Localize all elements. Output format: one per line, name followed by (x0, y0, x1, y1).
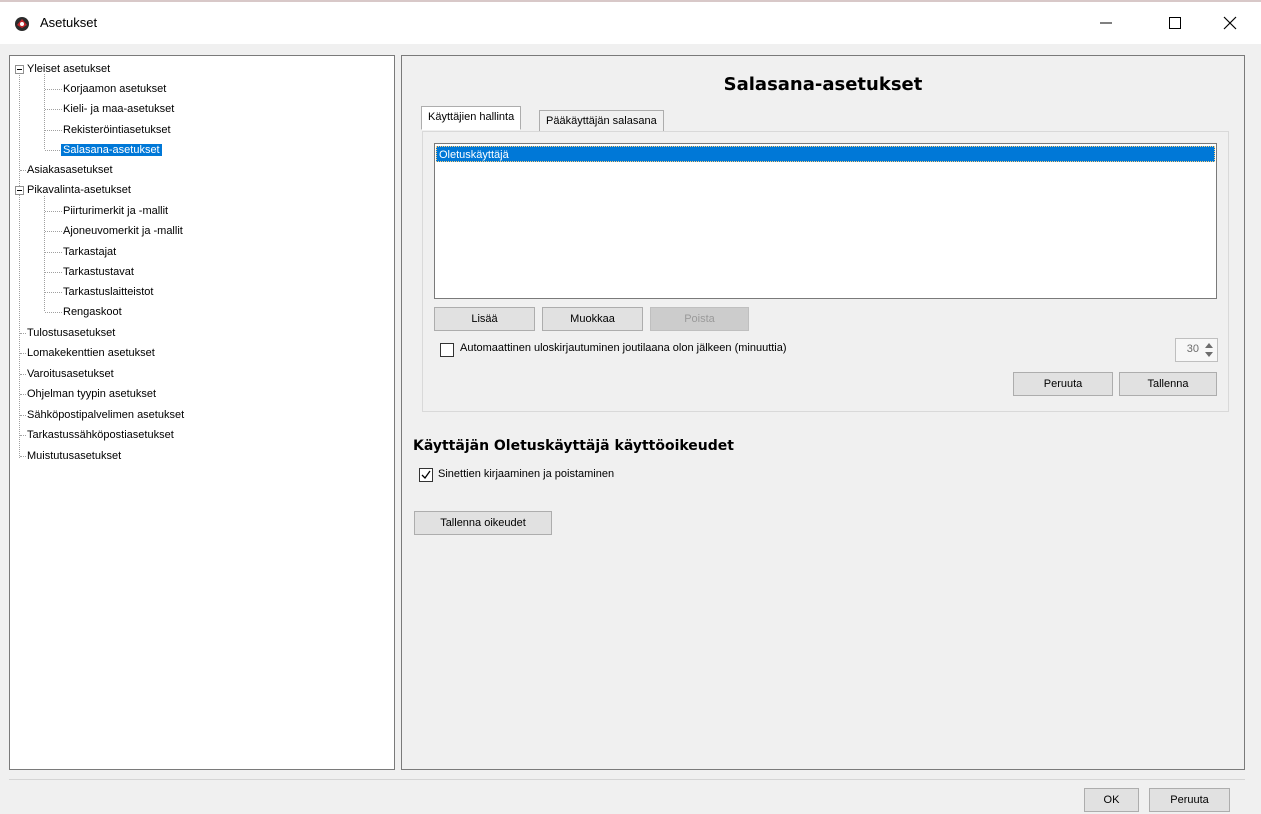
tab-content-kayttajien-hallinta: Oletuskäyttäjä Lisää Muokkaa Poista Auto… (422, 131, 1229, 412)
ok-button[interactable]: OK (1084, 788, 1139, 812)
tree-item-muistutusasetukset[interactable]: Muistutusasetukset (27, 447, 121, 465)
tree-item-asiakasasetukset[interactable]: Asiakasasetukset (27, 161, 113, 179)
auto-logout-label: Automaattinen uloskirjautuminen joutilaa… (460, 342, 787, 354)
seal-permission-label: Sinettien kirjaaminen ja poistaminen (438, 468, 615, 480)
minimize-button[interactable] (1083, 2, 1129, 44)
tab-kayttajien-hallinta[interactable]: Käyttäjien hallinta (421, 106, 522, 130)
maximize-icon (1169, 17, 1181, 29)
tree-item-lomakekenttien-asetukset[interactable]: Lomakekenttien asetukset (27, 344, 155, 362)
page-title: Salasana-asetukset (723, 74, 923, 95)
permissions-title: Käyttäjän Oletuskäyttäjä käyttöoikeudet (413, 438, 734, 454)
tree-item-korjaamon-asetukset[interactable]: Korjaamon asetukset (63, 80, 166, 98)
tree-item-varoitusasetukset[interactable]: Varoitusasetukset (27, 365, 114, 383)
cancel-button[interactable]: Peruuta (1013, 372, 1113, 396)
tree-item-rekisterointiasetukset[interactable]: Rekisteröintiasetukset (63, 121, 171, 139)
users-listbox[interactable]: Oletuskäyttäjä (434, 143, 1217, 299)
collapse-toggle-icon[interactable] (15, 65, 24, 74)
spinner-arrows-icon[interactable] (1202, 340, 1216, 360)
save-permissions-button[interactable]: Tallenna oikeudet (414, 511, 552, 535)
tree-item-yleiset-asetukset[interactable]: Yleiset asetukset (27, 60, 110, 78)
collapse-toggle-icon[interactable] (15, 186, 24, 195)
tree-item-kieli-ja-maa-asetukset[interactable]: Kieli- ja maa-asetukset (63, 100, 174, 118)
tree-item-tarkastuslaitteistot[interactable]: Tarkastuslaitteistot (63, 283, 153, 301)
auto-logout-minutes-value: 30 (1186, 343, 1199, 355)
settings-content-panel: Salasana-asetukset Käyttäjien hallinta P… (401, 55, 1245, 770)
tree-item-tulostusasetukset[interactable]: Tulostusasetukset (27, 324, 115, 342)
seal-permission-checkbox[interactable] (419, 468, 433, 482)
close-button[interactable] (1207, 2, 1253, 44)
maximize-button[interactable] (1152, 2, 1198, 44)
app-logo-icon (14, 16, 30, 32)
tree-item-sahkopostipalvelimen-asetukset[interactable]: Sähköpostipalvelimen asetukset (27, 406, 184, 424)
list-item[interactable]: Oletuskäyttäjä (436, 146, 1215, 162)
tree-item-salasana-asetukset[interactable]: Salasana-asetukset (61, 141, 162, 159)
settings-tree: Yleiset asetukset Korjaamon asetukset Ki… (9, 55, 395, 770)
footer-cancel-button[interactable]: Peruuta (1149, 788, 1230, 812)
edit-user-button[interactable]: Muokkaa (542, 307, 643, 331)
tree-item-piirturimerkit[interactable]: Piirturimerkit ja -mallit (63, 202, 168, 220)
auto-logout-checkbox[interactable] (440, 343, 454, 357)
tree-connector (44, 74, 45, 149)
delete-user-button[interactable]: Poista (650, 307, 749, 331)
tree-item-tarkastustavat[interactable]: Tarkastustavat (63, 263, 134, 281)
tree-item-ohjelman-tyypin-asetukset[interactable]: Ohjelman tyypin asetukset (27, 385, 156, 403)
tree-item-tarkastussahkopostiasetukset[interactable]: Tarkastussähköpostiasetukset (27, 426, 174, 444)
title-bar: Asetukset (0, 0, 1261, 44)
tree-item-tarkastajat[interactable]: Tarkastajat (63, 243, 116, 261)
minimize-icon (1100, 22, 1112, 24)
footer-divider (9, 779, 1245, 780)
close-icon (1223, 16, 1237, 30)
tree-connector (44, 196, 45, 311)
tree-item-pikavalinta-asetukset[interactable]: Pikavalinta-asetukset (27, 181, 131, 199)
checkmark-icon (421, 470, 431, 480)
tree-item-rengaskoot[interactable]: Rengaskoot (63, 303, 122, 321)
auto-logout-minutes-stepper[interactable]: 30 (1175, 338, 1218, 362)
window-title: Asetukset (40, 15, 98, 30)
tree-item-ajoneuvomerkit[interactable]: Ajoneuvomerkit ja -mallit (63, 222, 183, 240)
tree-connector (19, 70, 20, 458)
add-user-button[interactable]: Lisää (434, 307, 535, 331)
save-button[interactable]: Tallenna (1119, 372, 1217, 396)
tab-paakayttajan-salasana[interactable]: Pääkäyttäjän salasana (539, 110, 664, 132)
